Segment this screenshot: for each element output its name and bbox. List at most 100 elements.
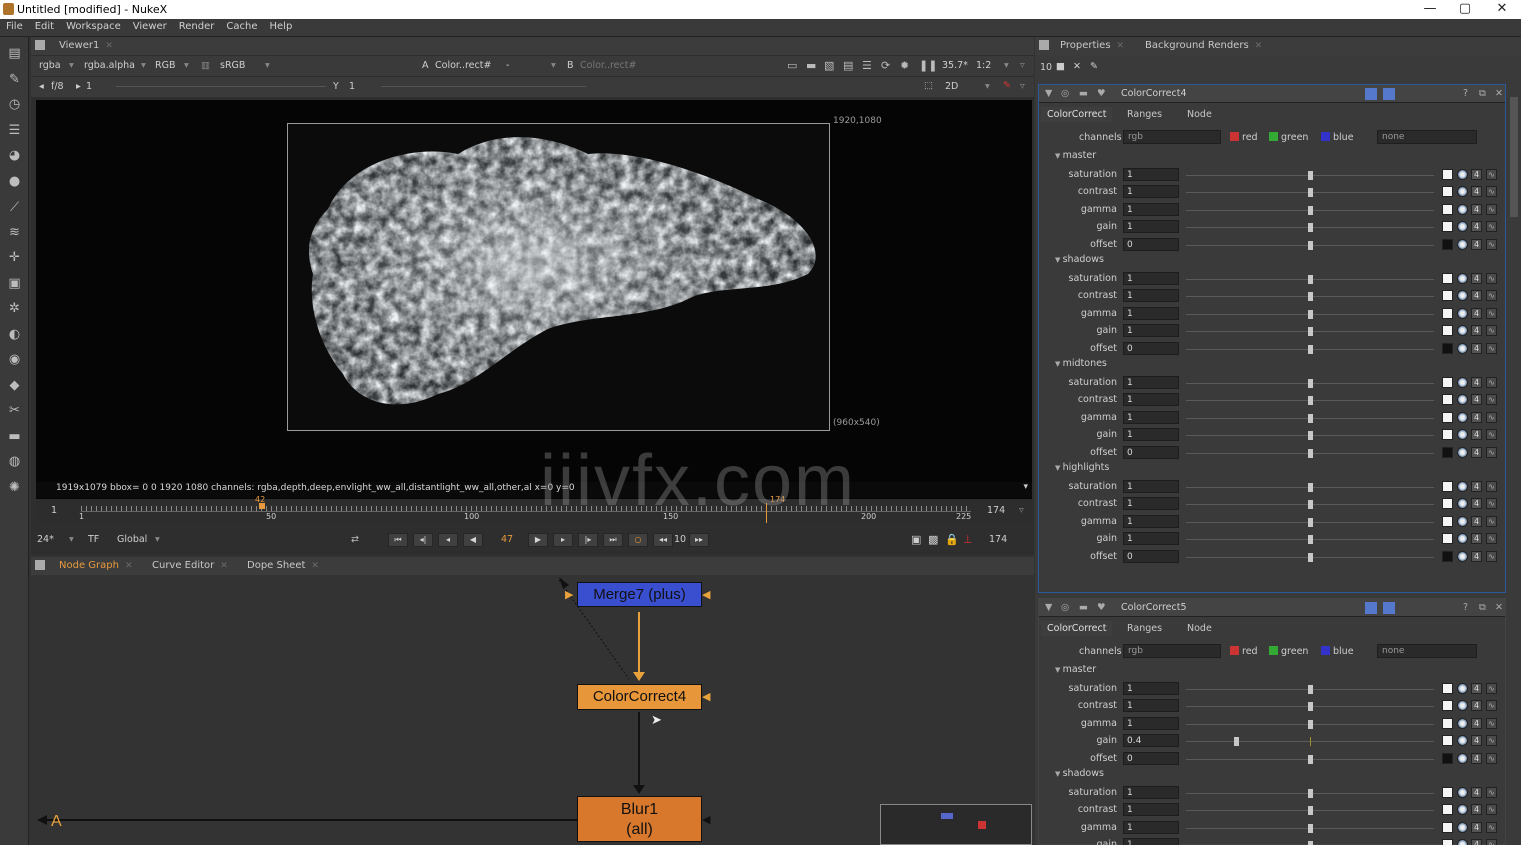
channels-split-icon[interactable]: 4 xyxy=(1471,273,1482,284)
filter-tool-icon[interactable]: ● xyxy=(7,174,22,189)
step-forward-button[interactable]: ▸▸ xyxy=(689,533,709,547)
color-swatch-button[interactable] xyxy=(1442,481,1453,492)
animation-curve-icon[interactable]: ∿ xyxy=(1486,377,1497,388)
color-swatch-button[interactable] xyxy=(1442,735,1453,747)
color-swatch-button[interactable] xyxy=(1442,342,1453,354)
step-back-button[interactable]: ◂◂ xyxy=(653,533,673,547)
max-panels-field[interactable]: 10 xyxy=(1040,62,1052,73)
knob-slider[interactable] xyxy=(1186,702,1434,712)
color-swatch-button[interactable] xyxy=(1442,498,1453,510)
knob-value-field[interactable]: 1 xyxy=(1123,532,1179,546)
node-icon[interactable]: ◎ xyxy=(1061,602,1069,613)
slider-handle[interactable] xyxy=(1308,396,1313,406)
slider-handle[interactable] xyxy=(1308,344,1313,354)
channels-dropdown[interactable]: rgb xyxy=(1123,644,1221,658)
redo-icon[interactable] xyxy=(1383,602,1395,614)
knob-slider[interactable] xyxy=(1186,500,1434,510)
global-dropdown[interactable]: Global xyxy=(117,534,147,545)
animation-curve-icon[interactable]: ∿ xyxy=(1486,752,1497,764)
time-tool-icon[interactable]: ◷ xyxy=(7,97,22,112)
tab-properties[interactable]: Properties ✕ xyxy=(1060,40,1124,51)
viewer-icon[interactable]: ♥ xyxy=(1097,602,1106,613)
record-button[interactable]: ○ xyxy=(628,533,648,547)
color-swatch-button[interactable] xyxy=(1442,307,1453,319)
loop-icon[interactable]: ⇄ xyxy=(351,534,359,545)
expand-icon[interactable]: ▿ xyxy=(1019,505,1024,516)
knob-slider[interactable] xyxy=(1186,292,1434,302)
slider-handle[interactable] xyxy=(1233,737,1239,747)
blur-node[interactable]: Blur1 (all) xyxy=(577,796,702,842)
merge-node[interactable]: Merge7 (plus) xyxy=(577,582,702,607)
collapse-icon[interactable]: ▼ xyxy=(1045,88,1052,99)
channels-split-icon[interactable]: 4 xyxy=(1471,735,1482,747)
knob-value-field[interactable]: 1 xyxy=(1123,838,1179,845)
knob-slider[interactable] xyxy=(1186,396,1434,406)
view-mode-dropdown[interactable]: 2D xyxy=(945,81,958,92)
knob-slider[interactable] xyxy=(1186,789,1434,798)
color-swatch-button[interactable] xyxy=(1442,533,1453,545)
prev-frame-button[interactable]: ◂ xyxy=(438,533,458,547)
section-header[interactable]: midtones xyxy=(1055,358,1107,369)
slider-handle[interactable] xyxy=(1308,309,1313,319)
in-marker[interactable] xyxy=(259,503,265,509)
current-frame-field[interactable]: 47 xyxy=(501,534,513,545)
colorspace-dropdown[interactable]: sRGB xyxy=(220,60,245,71)
slider-handle[interactable] xyxy=(1308,431,1313,441)
clipping-icon[interactable]: ▧ xyxy=(824,59,834,72)
animation-curve-icon[interactable]: ∿ xyxy=(1486,290,1497,302)
color-wheel-icon[interactable] xyxy=(1457,700,1468,712)
channels-split-icon[interactable]: 4 xyxy=(1471,550,1482,562)
knob-value-field[interactable]: 1 xyxy=(1123,497,1179,511)
help-icon[interactable]: ? xyxy=(1463,602,1468,613)
gain-slider[interactable] xyxy=(116,86,326,87)
animation-curve-icon[interactable]: ∿ xyxy=(1486,203,1497,215)
keyer-tool-icon[interactable]: ⟋ xyxy=(7,200,22,215)
knob-value-field[interactable]: 1 xyxy=(1123,324,1179,338)
knob-value-field[interactable]: 1 xyxy=(1123,803,1179,817)
knob-value-field[interactable]: 1 xyxy=(1123,185,1179,199)
channels-split-icon[interactable]: 4 xyxy=(1471,377,1482,388)
channels-split-icon[interactable]: 4 xyxy=(1471,394,1482,406)
color-swatch-button[interactable] xyxy=(1442,221,1453,233)
knob-slider[interactable] xyxy=(1186,275,1434,284)
knob-value-field[interactable]: 1 xyxy=(1123,272,1179,285)
animation-curve-icon[interactable]: ∿ xyxy=(1486,394,1497,406)
close-button[interactable]: ✕ xyxy=(1487,1,1517,16)
channels-split-icon[interactable]: 4 xyxy=(1471,411,1482,423)
alpha-channel-dropdown[interactable]: rgba.alpha xyxy=(84,60,135,71)
channels-dropdown[interactable]: rgb xyxy=(1123,130,1221,144)
panel-node-name[interactable]: ColorCorrect5 xyxy=(1121,602,1187,613)
knob-slider[interactable] xyxy=(1186,754,1434,764)
menu-file[interactable]: File xyxy=(0,19,29,32)
channels-split-icon[interactable]: 4 xyxy=(1471,787,1482,798)
color-wheel-icon[interactable] xyxy=(1457,839,1468,845)
red-checkbox[interactable]: red xyxy=(1230,646,1258,657)
color-wheel-icon[interactable] xyxy=(1457,498,1468,510)
animation-curve-icon[interactable]: ∿ xyxy=(1486,735,1497,747)
channels-split-icon[interactable]: 4 xyxy=(1471,221,1482,233)
color-swatch-button[interactable] xyxy=(1442,394,1453,406)
knob-slider[interactable] xyxy=(1186,240,1434,250)
channels-split-icon[interactable]: 4 xyxy=(1471,169,1482,180)
next-frame-button[interactable]: ▸ xyxy=(553,533,573,547)
section-header[interactable]: master xyxy=(1055,664,1097,675)
close-tab-icon[interactable]: ✕ xyxy=(105,41,113,51)
render-icon[interactable]: ▩ xyxy=(928,533,938,546)
slider-handle[interactable] xyxy=(1308,500,1313,510)
knob-slider[interactable] xyxy=(1186,205,1434,215)
expand-icon[interactable]: ▿ xyxy=(1020,81,1025,92)
slider-handle[interactable] xyxy=(1308,275,1313,284)
color-wheel-icon[interactable] xyxy=(1457,221,1468,233)
slider-handle[interactable] xyxy=(1308,789,1313,798)
compare-mode-dropdown[interactable]: - xyxy=(506,60,509,71)
3d-tool-icon[interactable]: ▣ xyxy=(7,276,22,291)
help-icon[interactable]: ? xyxy=(1463,88,1468,99)
animation-curve-icon[interactable]: ∿ xyxy=(1486,307,1497,319)
knob-slider[interactable] xyxy=(1186,483,1434,492)
navigator-minimap[interactable] xyxy=(880,804,1032,845)
knob-value-field[interactable]: 1 xyxy=(1123,306,1179,320)
color-wheel-icon[interactable] xyxy=(1457,238,1468,250)
animation-curve-icon[interactable]: ∿ xyxy=(1486,325,1497,337)
knob-slider[interactable] xyxy=(1186,188,1434,198)
knob-value-field[interactable]: 1 xyxy=(1123,410,1179,424)
